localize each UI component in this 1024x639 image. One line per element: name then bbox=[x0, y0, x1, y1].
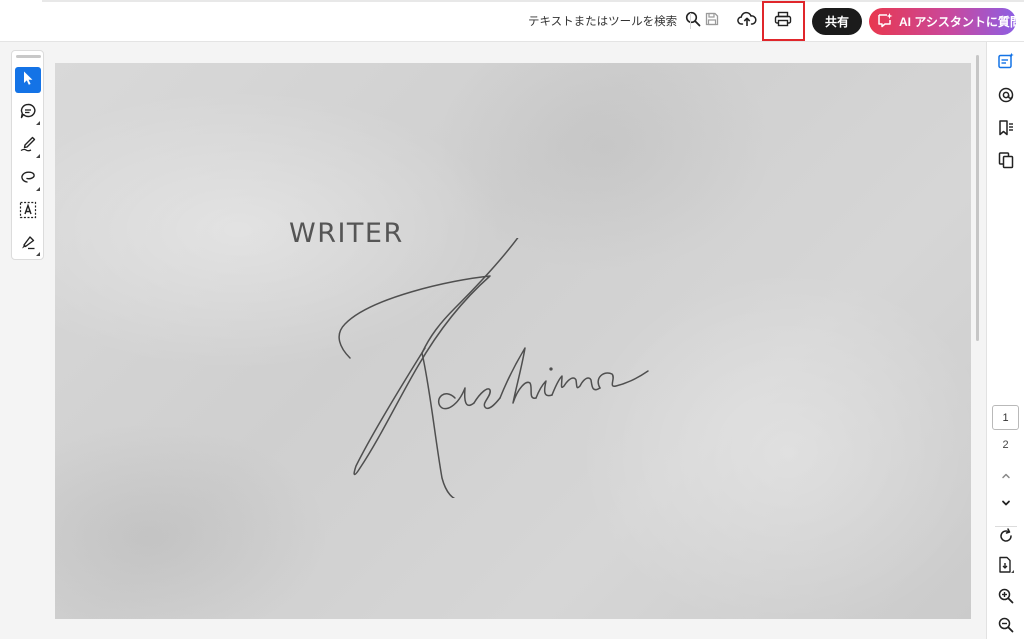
copy-pages-icon bbox=[997, 151, 1015, 174]
signature-graphic bbox=[338, 238, 649, 498]
page-fit-button[interactable] bbox=[995, 556, 1017, 578]
text-box-icon bbox=[19, 201, 37, 224]
toolbar-divider bbox=[690, 13, 691, 29]
search-button[interactable]: テキストまたはツールを検索 bbox=[528, 9, 701, 33]
zoom-out-button[interactable] bbox=[995, 616, 1017, 638]
chevron-down-icon bbox=[999, 496, 1013, 515]
cloud-upload-icon bbox=[737, 11, 757, 32]
at-sign-icon bbox=[997, 86, 1015, 109]
fill-sign-tool[interactable] bbox=[15, 231, 41, 257]
save-icon bbox=[704, 11, 720, 32]
current-page-input[interactable]: 1 bbox=[992, 405, 1019, 430]
ai-summary-button[interactable] bbox=[995, 52, 1017, 74]
total-pages-label: 2 bbox=[1002, 439, 1009, 451]
ai-assistant-label: AI アシスタントに質問 bbox=[899, 15, 1022, 29]
right-rail: 1 2 bbox=[986, 42, 1024, 639]
document-scrollbar[interactable] bbox=[976, 55, 979, 341]
comments-panel-button[interactable] bbox=[995, 86, 1017, 108]
ai-assistant-icon bbox=[877, 12, 893, 31]
page-thumbnails-button[interactable] bbox=[995, 151, 1017, 173]
zoom-in-icon bbox=[998, 588, 1014, 609]
select-tool[interactable] bbox=[15, 67, 41, 93]
highlight-tool[interactable] bbox=[15, 133, 41, 159]
bookmarks-button[interactable] bbox=[995, 119, 1017, 141]
next-page-button[interactable] bbox=[995, 494, 1017, 516]
submenu-indicator bbox=[36, 252, 40, 256]
sparkle-document-icon bbox=[997, 52, 1015, 75]
submenu-indicator bbox=[36, 187, 40, 191]
rotate-button[interactable] bbox=[995, 527, 1017, 549]
text-box-tool[interactable] bbox=[15, 199, 41, 225]
save-button[interactable] bbox=[698, 7, 726, 35]
page-view-icon bbox=[997, 556, 1015, 579]
zoom-in-button[interactable] bbox=[995, 587, 1017, 609]
highlighter-pen-icon bbox=[19, 135, 37, 158]
tool-rail-grip[interactable] bbox=[16, 55, 41, 58]
upload-cloud-button[interactable] bbox=[733, 7, 761, 35]
ai-assistant-button[interactable]: AI アシスタントに質問 bbox=[869, 8, 1022, 35]
submenu-indicator bbox=[36, 121, 40, 125]
pen-nib-icon bbox=[19, 233, 37, 256]
submenu-indicator bbox=[36, 154, 40, 158]
comment-icon bbox=[19, 102, 37, 125]
lasso-draw-tool[interactable] bbox=[15, 166, 41, 192]
zoom-out-icon bbox=[998, 617, 1014, 638]
share-button[interactable]: 共有 bbox=[812, 8, 862, 35]
comment-tool[interactable] bbox=[15, 100, 41, 126]
rotate-icon bbox=[998, 527, 1014, 549]
tool-rail bbox=[11, 50, 44, 260]
top-toolbar: テキストまたはツールを検索 共有 AI アシスタントに質問 bbox=[0, 0, 1024, 42]
toolbar-top-border bbox=[42, 0, 1024, 2]
print-highlight-box bbox=[762, 1, 805, 41]
search-label: テキストまたはツールを検索 bbox=[528, 16, 678, 28]
lasso-icon bbox=[19, 168, 37, 191]
previous-page-button[interactable] bbox=[995, 467, 1017, 489]
pointer-icon bbox=[21, 70, 35, 91]
document-page: WRITER bbox=[55, 63, 971, 619]
bookmark-list-icon bbox=[997, 119, 1015, 142]
chevron-up-icon bbox=[999, 469, 1013, 488]
